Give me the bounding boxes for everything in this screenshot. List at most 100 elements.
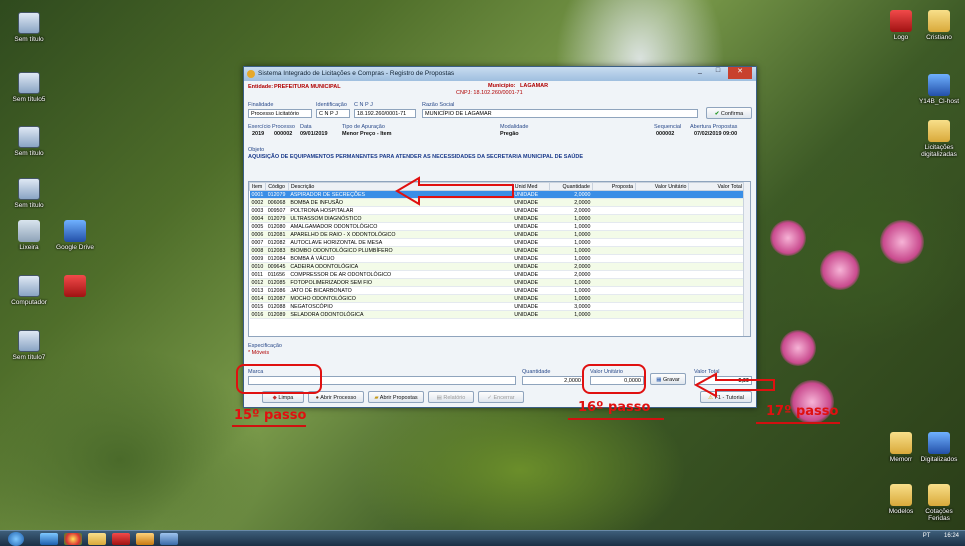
flower-decoration: [820, 250, 860, 290]
annotation-underline: [568, 418, 664, 420]
table-cell: 012083: [265, 246, 289, 255]
table-cell: [635, 270, 689, 279]
folder-icon: [928, 10, 950, 32]
cnpj-header: CNPJ: 18.102.260/0001-71: [456, 90, 523, 96]
identificacao-select[interactable]: C N P J: [316, 109, 350, 118]
table-row[interactable]: 0007 012082 AUTOCLAVE HORIZONTAL DE MESA UN…: [249, 238, 745, 247]
scanner-icon: [928, 432, 950, 454]
desktop-icon[interactable]: Y14B_Cl-host: [914, 74, 964, 105]
identificacao-label: Identificação: [316, 102, 347, 108]
start-button[interactable]: [8, 532, 24, 546]
confirm-button[interactable]: ✔ Confirma: [706, 107, 752, 119]
save-icon: ▦: [656, 377, 662, 383]
razao-input[interactable]: MUNICÍPIO DE LAGAMAR: [422, 109, 698, 118]
table-row[interactable]: 0016 012089 SELADORA ODONTOLÓGICA UNIDADE 1,…: [249, 310, 745, 319]
taskbar-ie-icon[interactable]: [40, 533, 58, 545]
table-cell: [592, 206, 636, 215]
table-cell: BOMBA À VÁCUO: [288, 254, 513, 263]
table-scrollbar[interactable]: [743, 182, 750, 336]
table-row[interactable]: 0006 012081 APARELHO DE RAIO - X ODONTOLÓG…: [249, 230, 745, 239]
desktop-icon[interactable]: Lixeira: [4, 220, 54, 251]
desktop-icon[interactable]: Google Drive: [50, 220, 100, 251]
desktop-icon[interactable]: Sem título5: [4, 72, 54, 103]
taskbar-chrome-icon[interactable]: [64, 533, 82, 545]
abrir-propostas-button[interactable]: ▰ Abrir Propostas: [368, 391, 424, 403]
table-cell: UNIDADE: [512, 254, 550, 263]
desktop-icon[interactable]: Sem título7: [4, 330, 54, 361]
finalidade-select[interactable]: Processo Licitatório: [248, 109, 312, 118]
column-header[interactable]: Proposta: [591, 182, 637, 191]
open-icon: ●: [315, 395, 319, 401]
desktop-icon[interactable]: Cotações Feridas: [914, 484, 964, 522]
table-row[interactable]: 0015 012088 NEGATOSCÓPIO UNIDADE 3,0000: [249, 302, 745, 311]
table-cell: 1,0000: [549, 230, 593, 239]
table-row[interactable]: 0011 011656 COMPRESSOR DE AR ODONTOLÓGICO U…: [249, 270, 745, 279]
table-cell: [635, 198, 689, 207]
taskbar-licitacao-icon[interactable]: [136, 533, 154, 545]
table-cell: 0009: [249, 254, 266, 263]
clock-time[interactable]: 16:24: [944, 533, 959, 539]
table-cell: [688, 206, 745, 215]
folder-icon: [928, 120, 950, 142]
table-cell: [688, 302, 745, 311]
cnpj-input[interactable]: 18.192.260/0001-71: [354, 109, 416, 118]
window-titlebar[interactable]: Sistema Integrado de Licitações e Compra…: [244, 67, 756, 81]
table-row[interactable]: 0013 012086 JATO DE BICARBONATO UNIDADE 1,00…: [249, 286, 745, 295]
desktop-icon[interactable]: [50, 275, 100, 299]
desktop-icon[interactable]: Licitações digitalizadas: [914, 120, 964, 158]
table-row[interactable]: 0010 009645 CADEIRA ODONTOLÓGICA UNIDADE 2,0…: [249, 262, 745, 271]
table-cell: 0004: [249, 214, 266, 223]
desktop-icon[interactable]: Sem título: [4, 178, 54, 209]
table-row[interactable]: 0008 012083 BIOMBO ODONTOLÓGICO PLUMBÍFERO…: [249, 246, 745, 255]
column-header[interactable]: Item: [249, 182, 267, 191]
table-cell: [635, 286, 689, 295]
table-cell: [592, 270, 636, 279]
step-16-label: 16º passo: [578, 400, 651, 415]
table-cell: [635, 206, 689, 215]
table-row[interactable]: 0003 009507 POLTRONA HOSPITALAR UNIDADE 2,00…: [249, 206, 745, 215]
quantidade-input[interactable]: 2,0000: [522, 376, 584, 385]
desktop-icon[interactable]: Cristiano: [914, 10, 964, 41]
column-header[interactable]: Unid Med: [511, 182, 550, 191]
maximize-button[interactable]: □: [710, 67, 726, 79]
table-row[interactable]: 0012 012085 FOTOPOLIMERIZADOR SEM FIO UNIDA…: [249, 278, 745, 287]
entity-label: Entidade:: [248, 84, 274, 90]
table-cell: UNIDADE: [512, 206, 550, 215]
table-cell: CADEIRA ODONTOLÓGICA: [288, 262, 513, 271]
table-cell: 012084: [265, 254, 289, 263]
encerrar-button[interactable]: ✓ Encerrar: [478, 391, 524, 403]
desktop-icon[interactable]: Digitalizados: [914, 432, 964, 463]
table-cell: 009645: [265, 262, 289, 271]
close-button[interactable]: ✕: [728, 67, 752, 79]
system-tray[interactable]: PT 16:24: [923, 533, 959, 539]
table-row[interactable]: 0004 012079 ULTRASSOM DIAGNÓSTICO UNIDADE 1,…: [249, 214, 745, 223]
table-cell: UNIDADE: [512, 198, 550, 207]
annotation-arrow: [395, 176, 514, 206]
table-cell: ULTRASSOM DIAGNÓSTICO: [288, 214, 513, 223]
column-header[interactable]: Valor Unitário: [635, 182, 690, 191]
table-cell: 1,0000: [549, 278, 593, 287]
table-cell: [688, 262, 745, 271]
table-row[interactable]: 0005 012080 AMALGAMADOR ODONTOLÓGICO UNIDAD…: [249, 222, 745, 231]
language-indicator[interactable]: PT: [923, 533, 931, 539]
desktop-icon[interactable]: Computador: [4, 275, 54, 306]
taskbar-app-icon[interactable]: [112, 533, 130, 545]
taskbar-folder-icon[interactable]: [88, 533, 106, 545]
gravar-button[interactable]: ▦ Gravar: [650, 373, 686, 385]
table-cell: 1,0000: [549, 246, 593, 255]
table-cell: 2,0000: [549, 270, 593, 279]
desktop-icon[interactable]: Sem título: [4, 12, 54, 43]
table-cell: UNIDADE: [512, 230, 550, 239]
column-header[interactable]: Código: [265, 182, 289, 191]
column-header[interactable]: Quantidade: [548, 182, 593, 191]
minimize-button[interactable]: _: [692, 67, 708, 79]
table-row[interactable]: 0009 012084 BOMBA À VÁCUO UNIDADE 1,0000: [249, 254, 745, 263]
table-row[interactable]: 0014 012087 MOCHO ODONTOLÓGICO UNIDADE 1,000…: [249, 294, 745, 303]
taskbar-window-icon[interactable]: [160, 533, 178, 545]
desktop-icon[interactable]: Sem título: [4, 126, 54, 157]
table-cell: [592, 222, 636, 231]
relatorio-button[interactable]: ▤ Relatório: [428, 391, 474, 403]
column-header[interactable]: Valor Total: [688, 182, 745, 191]
table-cell: [635, 262, 689, 271]
logo-icon: [890, 10, 912, 32]
